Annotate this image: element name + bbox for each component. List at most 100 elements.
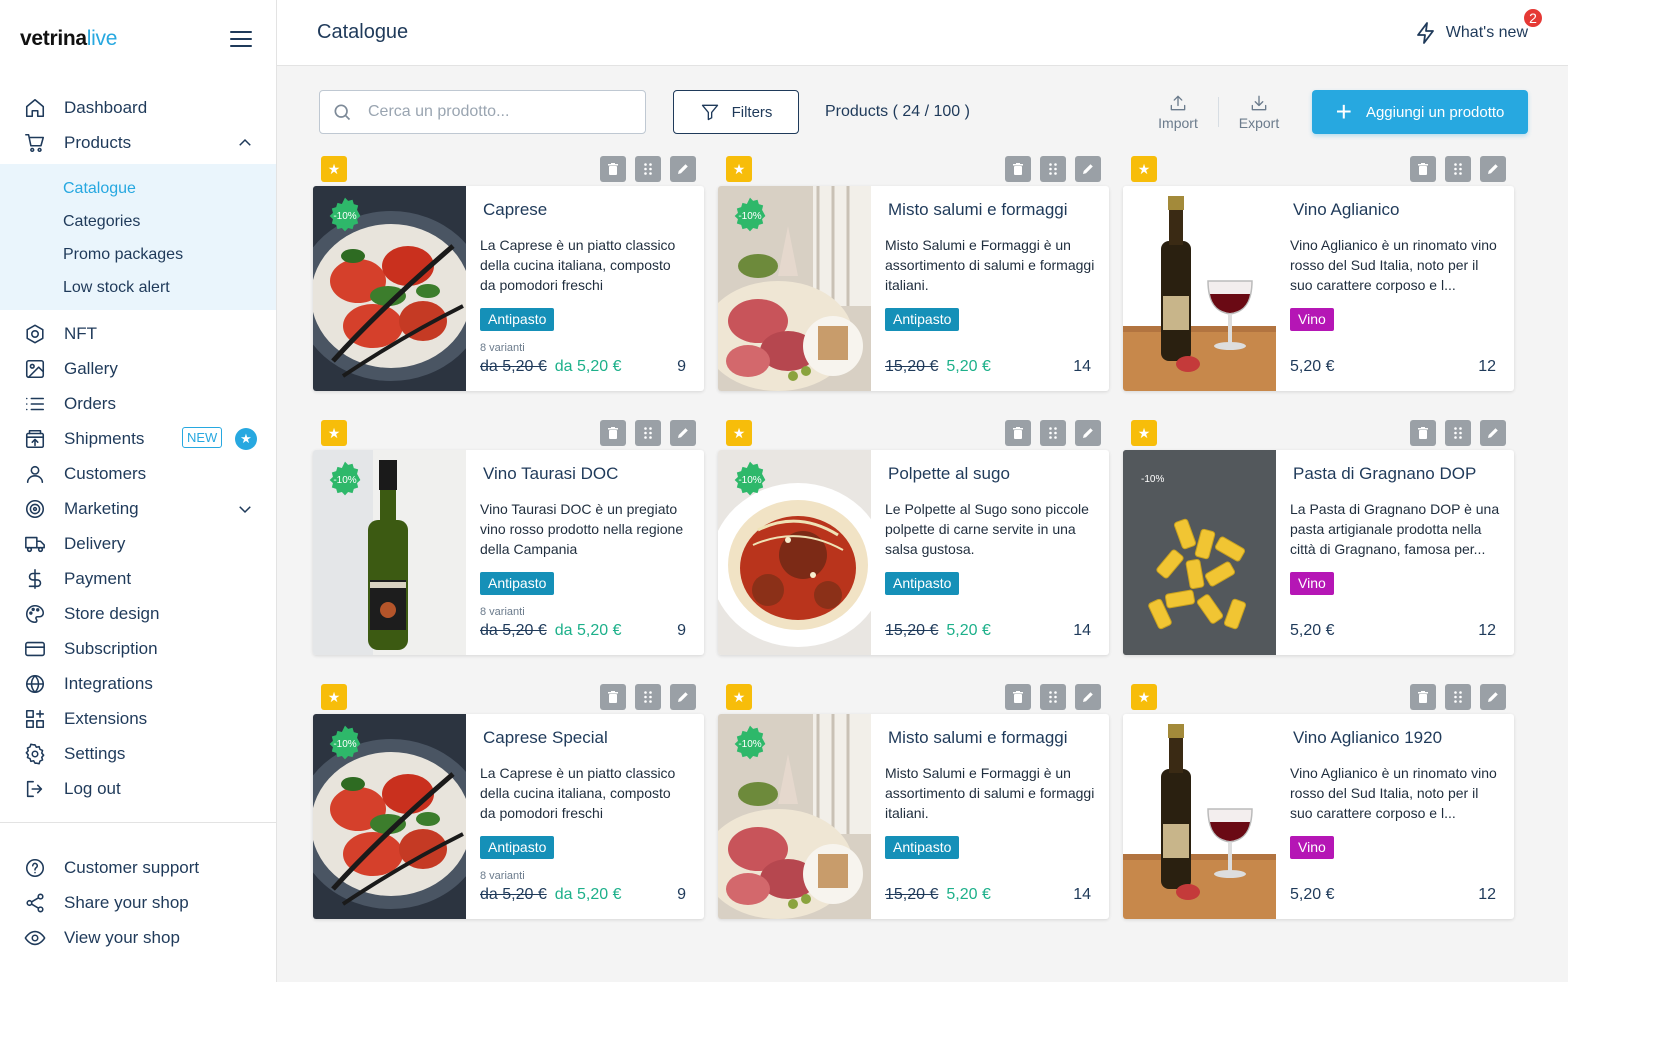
delete-button[interactable] (1410, 420, 1436, 446)
sidebar-item-products[interactable]: Products (0, 125, 276, 160)
sidebar-item-shipments[interactable]: Shipments NEW ★ (0, 421, 276, 456)
product-card[interactable]: Vino Aglianico Vino Aglianico è un rinom… (1123, 186, 1514, 391)
add-product-button[interactable]: + Aggiungi un prodotto (1312, 90, 1528, 134)
drag-handle-button[interactable] (635, 684, 661, 710)
sidebar-item-nft[interactable]: NFT (0, 316, 276, 351)
edit-button[interactable] (1075, 420, 1101, 446)
submenu-item-categories[interactable]: Categories (0, 205, 276, 238)
sidebar-item-delivery[interactable]: Delivery (0, 526, 276, 561)
menu-toggle-icon[interactable] (230, 31, 252, 47)
sidebar-item-dashboard[interactable]: Dashboard (0, 90, 276, 125)
product-card[interactable]: -10% Vino Taurasi DOC Vino Taurasi DOC è… (313, 450, 704, 655)
product-card[interactable]: Vino Aglianico 1920 Vino Aglianico è un … (1123, 714, 1514, 919)
drag-handle-button[interactable] (1445, 420, 1471, 446)
filters-button[interactable]: Filters (673, 90, 799, 134)
edit-button[interactable] (670, 684, 696, 710)
product-card[interactable]: -10% Caprese Special La Caprese è un pia… (313, 714, 704, 919)
sidebar-item-customers[interactable]: Customers (0, 456, 276, 491)
sidebar-item-share-shop[interactable]: Share your shop (0, 885, 276, 920)
featured-star-button[interactable]: ★ (321, 156, 347, 182)
export-button[interactable]: Export (1228, 93, 1290, 131)
product-card[interactable]: -10% Misto salumi e formaggi Misto Salum… (718, 186, 1109, 391)
product-description: Le Polpette al Sugo sono piccole polpett… (885, 501, 1089, 557)
product-actions (1410, 156, 1506, 182)
edit-button[interactable] (670, 420, 696, 446)
drag-handle-button[interactable] (1040, 684, 1066, 710)
product-card[interactable]: -10% Pasta di Gragnano DOP La Pasta di G… (1123, 450, 1514, 655)
brand-logo[interactable]: vetrinalive (20, 27, 117, 51)
price-row: da 5,20 € da 5,20 € 9 (480, 358, 686, 376)
sidebar-item-extensions[interactable]: Extensions (0, 701, 276, 736)
sidebar-item-label: Products (64, 132, 132, 152)
product-actions (600, 684, 696, 710)
delete-button[interactable] (1410, 156, 1436, 182)
featured-star-button[interactable]: ★ (321, 684, 347, 710)
sidebar-item-orders[interactable]: Orders (0, 386, 276, 421)
sidebar-item-view-shop[interactable]: View your shop (0, 920, 276, 955)
product-actions (1005, 156, 1101, 182)
drag-handle-button[interactable] (1445, 684, 1471, 710)
sidebar-item-subscription[interactable]: Subscription (0, 631, 276, 666)
featured-star-button[interactable]: ★ (726, 156, 752, 182)
delete-button[interactable] (600, 420, 626, 446)
stock-count: 14 (1073, 886, 1091, 903)
delete-button[interactable] (1410, 684, 1436, 710)
delete-button[interactable] (1005, 684, 1031, 710)
product-card[interactable]: -10% Caprese La Caprese è un piatto clas… (313, 186, 704, 391)
submenu-item-promo-packages[interactable]: Promo packages (0, 238, 276, 271)
featured-star-button[interactable]: ★ (1131, 156, 1157, 182)
edit-button[interactable] (1480, 420, 1506, 446)
edit-button[interactable] (1075, 684, 1101, 710)
product-controls: ★ (718, 680, 1109, 714)
sidebar-item-integrations[interactable]: Integrations (0, 666, 276, 701)
sidebar-item-logout[interactable]: Log out (0, 771, 276, 806)
featured-star-button[interactable]: ★ (726, 684, 752, 710)
product-card[interactable]: -10% Misto salumi e formaggi Misto Salum… (718, 714, 1109, 919)
sidebar-item-marketing[interactable]: Marketing (0, 491, 276, 526)
drag-handle-button[interactable] (1040, 156, 1066, 182)
edit-button[interactable] (670, 156, 696, 182)
home-icon (24, 97, 46, 119)
sidebar-item-store-design[interactable]: Store design (0, 596, 276, 631)
drag-handle-button[interactable] (1040, 420, 1066, 446)
sidebar-item-gallery[interactable]: Gallery (0, 351, 276, 386)
drag-handle-button[interactable] (635, 420, 661, 446)
sidebar-item-settings[interactable]: Settings (0, 736, 276, 771)
delete-button[interactable] (1005, 420, 1031, 446)
price-row: da 5,20 € da 5,20 € 9 (480, 886, 686, 904)
featured-star-button[interactable]: ★ (321, 420, 347, 446)
sidebar-item-label: Integrations (64, 673, 153, 693)
submenu-item-low-stock-alert[interactable]: Low stock alert (0, 271, 276, 304)
submenu-item-catalogue[interactable]: Catalogue (0, 172, 276, 205)
image-icon (24, 358, 46, 380)
drag-handle-button[interactable] (1445, 156, 1471, 182)
current-price: 5,20 € (1290, 358, 1335, 375)
edit-button[interactable] (1480, 684, 1506, 710)
edit-button[interactable] (1075, 156, 1101, 182)
sidebar-item-customer-support[interactable]: Customer support (0, 850, 276, 885)
product-info: Caprese Special La Caprese è un piatto c… (466, 714, 704, 919)
product-controls: ★ (718, 152, 1109, 186)
logo-row: vetrinalive (0, 0, 276, 78)
sidebar-item-payment[interactable]: Payment (0, 561, 276, 596)
chevron-up-icon[interactable] (236, 134, 254, 152)
globe-icon (24, 673, 46, 695)
nft-icon (24, 323, 46, 345)
delete-button[interactable] (1005, 156, 1031, 182)
product-image: -10% (718, 450, 871, 655)
import-button[interactable]: Import (1147, 93, 1209, 131)
delete-button[interactable] (600, 156, 626, 182)
product-card[interactable]: -10% Polpette al sugo Le Polpette al Sug… (718, 450, 1109, 655)
featured-star-button[interactable]: ★ (1131, 420, 1157, 446)
plus-icon: + (1335, 96, 1352, 127)
search-input[interactable] (368, 103, 618, 121)
product-cell-1: ★ -10% Caprese La Caprese è un piatto cl… (313, 152, 704, 394)
featured-star-button[interactable]: ★ (726, 420, 752, 446)
chevron-down-icon[interactable] (236, 500, 254, 518)
drag-handle-button[interactable] (635, 156, 661, 182)
edit-button[interactable] (1480, 156, 1506, 182)
delete-button[interactable] (600, 684, 626, 710)
pencil-icon (678, 692, 688, 702)
featured-star-button[interactable]: ★ (1131, 684, 1157, 710)
whats-new-button[interactable]: What's new 2 (1414, 6, 1544, 45)
